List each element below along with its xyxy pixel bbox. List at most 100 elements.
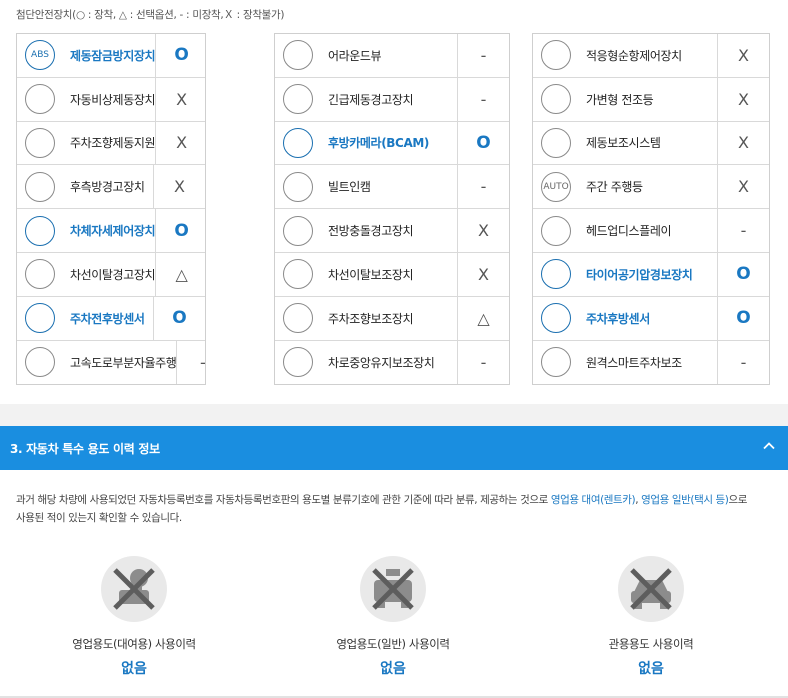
equipment-row: 긴급제동경고장치 -	[275, 77, 509, 122]
equipment-label: 차체자세제어장치	[70, 224, 156, 239]
equipment-status: -	[457, 165, 509, 209]
usage-general: 영업용도(일반) 사용이력 없음	[293, 556, 493, 678]
equipment-label: 주차조향보조장치	[328, 311, 414, 326]
section-3-description: 과거 해당 차량에 사용되었던 자동차등록번호를 자동차등록번호판의 용도별 분…	[16, 491, 776, 527]
equipment-label: 차선이탈보조장치	[328, 267, 414, 282]
builtin-cam-icon	[283, 171, 313, 202]
rear-sensor-icon	[541, 303, 571, 334]
equipment-status: X	[717, 121, 769, 165]
equipment-row: 후측방경고장치 X	[17, 165, 205, 210]
usage-general-label: 영업용도(일반) 사용이력	[336, 637, 450, 651]
equipment-row: 주차전후방센서 O	[17, 296, 205, 341]
equipment-label: 긴급제동경고장치	[328, 92, 414, 107]
equipment-label: 빌트인캠	[328, 180, 371, 195]
equipment-label: 타이어공기압경보장치	[586, 267, 693, 282]
lane-departure-warning-icon	[25, 259, 55, 290]
parking-assist-icon	[283, 303, 313, 334]
usage-government-value: 없음	[638, 661, 664, 677]
equipment-status: -	[457, 77, 509, 121]
equipment-status: O	[457, 121, 509, 165]
equipment-row: AUTO 주간 주행등 X	[533, 165, 769, 210]
equipment-column-1: ABS 제동잠금방지장치 O 자동비상제동장치 X 주차조향제동지원 X 후측방경고장치 X 차체…	[16, 33, 207, 386]
equipment-status: X	[153, 165, 205, 209]
equipment-row: 차선이탈경고장치 △	[17, 252, 205, 297]
equipment-row: 차로중앙유지보조장치 -	[275, 340, 509, 385]
equipment-status: -	[717, 209, 769, 252]
equipment-status: O	[717, 252, 769, 296]
rental-car-icon	[101, 556, 167, 622]
equipment-label: 주차전후방센서	[70, 311, 145, 326]
equipment-status: -	[717, 340, 769, 385]
chevron-up-icon[interactable]	[763, 440, 775, 452]
equipment-label: 어라운드뷰	[328, 48, 382, 63]
equipment-status: X	[155, 121, 207, 165]
equipment-row: 차체자세제어장치 O	[17, 209, 205, 253]
government-car-icon	[618, 556, 684, 622]
adaptive-headlight-icon	[541, 84, 571, 115]
highway-driving-assist-icon	[25, 347, 55, 378]
equipment-status: -	[176, 340, 228, 385]
equipment-row: 후방카메라(BCAM) O	[275, 121, 509, 166]
parking-sensor-icon	[25, 303, 55, 334]
remote-smart-parking-icon	[541, 347, 571, 378]
equipment-label: 원격스마트주차보조	[586, 355, 682, 370]
forward-collision-icon	[283, 215, 313, 246]
brake-assist-icon	[541, 127, 571, 158]
equipment-row: 주차조향보조장치 △	[275, 296, 509, 341]
daytime-running-light-icon: AUTO	[541, 171, 571, 202]
equipment-status: △	[457, 296, 509, 340]
desc-text-2: 으로	[728, 494, 748, 506]
usage-rental: 영업용도(대여용) 사용이력 없음	[34, 556, 234, 678]
equipment-row: ABS 제동잠금방지장치 O	[17, 34, 205, 78]
around-view-icon	[283, 40, 313, 71]
equipment-column-3: 적응형순항제어장치 X 가변형 전조등 X 제동보조시스템 X AUTO 주간 주행등 X 헤드업…	[532, 33, 770, 386]
equipment-label: 후방카메라(BCAM)	[328, 136, 429, 151]
equipment-row: 빌트인캠 -	[275, 165, 509, 210]
equipment-row: 어라운드뷰 -	[275, 34, 509, 78]
equipment-label: 제동잠금방지장치	[70, 48, 156, 63]
emergency-brake-warning-icon	[283, 84, 313, 115]
section-3-title: 3. 자동차 특수 용도 이력 정보	[10, 441, 160, 456]
equipment-status: O	[155, 34, 207, 77]
equipment-status: X	[717, 165, 769, 209]
equipment-label: 자동비상제동장치	[70, 92, 156, 107]
equipment-label: 고속도로부분자율주행	[70, 355, 177, 370]
equipment-row: 주차후방센서 O	[533, 296, 769, 341]
emergency-brake-icon	[25, 84, 55, 115]
equipment-row: 타이어공기압경보장치 O	[533, 252, 769, 297]
desc-text-1: 과거 해당 차량에 사용되었던 자동차등록번호를 자동차등록번호판의 용도별 분…	[16, 494, 551, 506]
section-divider	[0, 404, 788, 426]
equipment-label: 가변형 전조등	[586, 92, 654, 107]
usage-general-value: 없음	[380, 661, 406, 677]
equipment-status: X	[717, 34, 769, 77]
equipment-row: 가변형 전조등 X	[533, 77, 769, 122]
desc-highlight-rental: 영업용 대여(렌트카)	[550, 494, 636, 506]
equipment-row: 적응형순항제어장치 X	[533, 34, 769, 78]
desc-highlight-taxi: 영업용 일반(택시 등)	[641, 494, 729, 506]
adaptive-cruise-icon	[541, 40, 571, 71]
equipment-status: X	[155, 77, 207, 121]
safety-equipment-grid: ABS 제동잠금방지장치 O 자동비상제동장치 X 주차조향제동지원 X 후측방경고장치 X 차체…	[16, 33, 770, 386]
rear-cross-alert-icon	[25, 171, 55, 202]
equipment-row: 원격스마트주차보조 -	[533, 340, 769, 385]
usage-rental-value: 없음	[121, 661, 147, 677]
equipment-row: 헤드업디스플레이 -	[533, 209, 769, 253]
lane-keeping-icon	[283, 259, 313, 290]
equipment-label: 차선이탈경고장치	[70, 267, 156, 282]
abs-icon: ABS	[25, 40, 55, 71]
equipment-status: X	[457, 252, 509, 296]
equipment-label: 후측방경고장치	[70, 180, 145, 195]
equipment-row: 고속도로부분자율주행 -	[17, 340, 206, 385]
equipment-status: O	[155, 209, 207, 252]
equipment-status: O	[717, 296, 769, 340]
equipment-label: 제동보조시스템	[586, 136, 661, 151]
equipment-column-2: 어라운드뷰 - 긴급제동경고장치 - 후방카메라(BCAM) O 빌트인캠 - 전방충돌경고장치…	[274, 33, 510, 386]
lane-centering-icon	[283, 347, 313, 378]
equipment-label: 전방충돌경고장치	[328, 224, 414, 239]
parking-steer-icon	[25, 127, 55, 158]
equipment-label: 적응형순항제어장치	[586, 48, 682, 63]
section-3-header[interactable]: 3. 자동차 특수 용도 이력 정보	[0, 426, 788, 470]
head-up-display-icon	[541, 215, 571, 246]
equipment-label: 헤드업디스플레이	[586, 224, 672, 239]
tire-pressure-icon	[541, 259, 571, 290]
